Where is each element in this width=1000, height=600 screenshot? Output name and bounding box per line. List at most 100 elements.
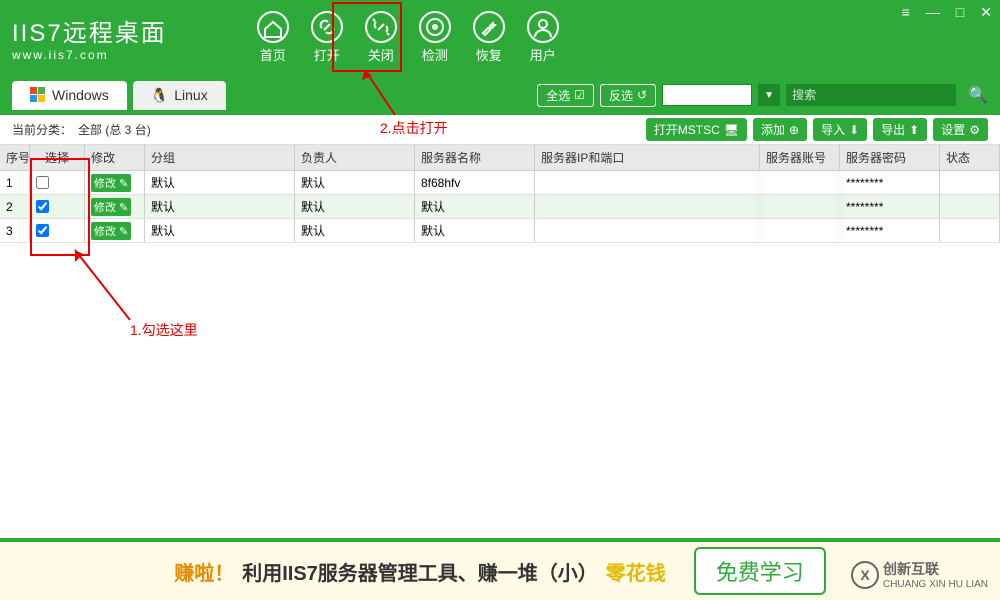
col-owner: 负责人 (295, 145, 415, 170)
cell-password: ******** (840, 219, 940, 242)
table-row[interactable]: 3修改 ✎默认默认默认******** (0, 219, 1000, 243)
modify-button[interactable]: 修改 ✎ (91, 198, 131, 216)
cell-seq: 1 (0, 171, 30, 194)
dropdown-arrow-icon[interactable]: ▼ (758, 84, 780, 106)
watermark: X 创新互联 CHUANG XIN HU LIAN (851, 559, 988, 590)
wrench-icon (473, 11, 505, 43)
col-group: 分组 (145, 145, 295, 170)
col-seq: 序号 (0, 145, 30, 170)
cell-seq: 3 (0, 219, 30, 242)
cell-group: 默认 (145, 171, 295, 194)
cell-ip (535, 219, 760, 242)
search-icon[interactable]: 🔍 (968, 85, 988, 105)
invert-select-button[interactable]: 反选 ↺ (600, 84, 656, 107)
annotation-1: 1.勾选这里 (130, 320, 198, 340)
windows-icon (30, 87, 46, 103)
row-checkbox[interactable] (36, 200, 49, 213)
col-status: 状态 (940, 145, 1000, 170)
os-tabs: Windows 🐧 Linux (12, 81, 226, 110)
learn-button[interactable]: 免费学习 (694, 547, 826, 595)
search-input[interactable] (786, 84, 956, 106)
col-ip: 服务器IP和端口 (535, 145, 760, 170)
user-icon (527, 11, 559, 43)
table-row[interactable]: 2修改 ✎默认默认默认******** (0, 195, 1000, 219)
cell-owner: 默认 (295, 195, 415, 218)
cell-password: ******** (840, 195, 940, 218)
row-checkbox[interactable] (36, 176, 49, 189)
col-modify: 修改 (85, 145, 145, 170)
nav-restore[interactable]: 恢复 (473, 11, 505, 64)
cell-account (760, 195, 840, 218)
footer-p1: 赚啦！ (174, 557, 234, 586)
category-label: 当前分类： (12, 121, 72, 138)
cell-select (30, 219, 85, 242)
cell-status (940, 219, 1000, 242)
grid-rows: 1修改 ✎默认默认8f68hfv********2修改 ✎默认默认默认*****… (0, 171, 1000, 243)
col-select: 选择 (30, 145, 85, 170)
maximize-icon[interactable]: □ (956, 4, 964, 21)
tab-windows[interactable]: Windows (12, 81, 127, 110)
titlebar: IIS7远程桌面 www.iis7.com 首页 打开 关闭 检测 恢复 用户 … (0, 0, 1000, 75)
home-icon (257, 11, 289, 43)
cell-group: 默认 (145, 219, 295, 242)
nav-home[interactable]: 首页 (257, 11, 289, 64)
cell-status (940, 195, 1000, 218)
cell-select (30, 195, 85, 218)
menu-icon[interactable]: ≡ (902, 4, 910, 21)
col-name: 服务器名称 (415, 145, 535, 170)
cell-name: 默认 (415, 195, 535, 218)
cell-modify: 修改 ✎ (85, 171, 145, 194)
row-checkbox[interactable] (36, 224, 49, 237)
arrow-to-checkbox (65, 240, 145, 330)
cell-ip (535, 171, 760, 194)
cell-owner: 默认 (295, 171, 415, 194)
add-button[interactable]: 添加 ⊕ (753, 118, 807, 141)
table-row[interactable]: 1修改 ✎默认默认8f68hfv******** (0, 171, 1000, 195)
app-logo: IIS7远程桌面 www.iis7.com (12, 13, 167, 62)
tab-linux[interactable]: 🐧 Linux (133, 81, 226, 110)
link-icon (311, 11, 343, 43)
nav-open[interactable]: 打开 (311, 11, 343, 64)
cell-status (940, 171, 1000, 194)
export-button[interactable]: 导出 ⬆ (873, 118, 927, 141)
subbar: 当前分类： 全部 (总 3 台) 打开MSTSC 🖥 添加 ⊕ 导入 ⬇ 导出 … (0, 115, 1000, 145)
select-all-button[interactable]: 全选 ☑ (537, 84, 594, 107)
cell-select (30, 171, 85, 194)
app-title: IIS7远程桌面 (12, 13, 167, 48)
filter-dropdown[interactable] (662, 84, 752, 106)
cell-password: ******** (840, 171, 940, 194)
modify-button[interactable]: 修改 ✎ (91, 222, 131, 240)
nav-user[interactable]: 用户 (527, 11, 559, 64)
cell-owner: 默认 (295, 219, 415, 242)
window-controls: ≡ — □ ✕ (902, 4, 992, 21)
cell-name: 8f68hfv (415, 171, 535, 194)
app-url: www.iis7.com (12, 48, 167, 62)
radar-icon (419, 11, 451, 43)
main-nav: 首页 打开 关闭 检测 恢复 用户 (257, 11, 559, 64)
open-mstsc-button[interactable]: 打开MSTSC 🖥 (646, 118, 747, 141)
nav-detect[interactable]: 检测 (419, 11, 451, 64)
cell-modify: 修改 ✎ (85, 195, 145, 218)
unlink-icon (365, 11, 397, 43)
nav-close[interactable]: 关闭 (365, 11, 397, 64)
grid-header: 序号 选择 修改 分组 负责人 服务器名称 服务器IP和端口 服务器账号 服务器… (0, 145, 1000, 171)
col-password: 服务器密码 (840, 145, 940, 170)
toolbar-row: Windows 🐧 Linux 全选 ☑ 反选 ↺ ▼ 🔍 (0, 75, 1000, 115)
category-value: 全部 (总 3 台) (78, 121, 151, 138)
settings-button[interactable]: 设置 ⚙ (933, 118, 988, 141)
annotation-2: 2.点击打开 (380, 118, 448, 138)
modify-button[interactable]: 修改 ✎ (91, 174, 131, 192)
cell-group: 默认 (145, 195, 295, 218)
close-icon[interactable]: ✕ (980, 4, 992, 21)
cell-account (760, 219, 840, 242)
cell-account (760, 171, 840, 194)
minimize-icon[interactable]: — (926, 4, 940, 21)
col-account: 服务器账号 (760, 145, 840, 170)
import-button[interactable]: 导入 ⬇ (813, 118, 867, 141)
linux-icon: 🐧 (151, 87, 168, 104)
footer-p2: 利用IIS7服务器管理工具、赚一堆（小） (242, 557, 598, 586)
cell-seq: 2 (0, 195, 30, 218)
cell-modify: 修改 ✎ (85, 219, 145, 242)
watermark-logo: X (851, 561, 879, 589)
cell-name: 默认 (415, 219, 535, 242)
